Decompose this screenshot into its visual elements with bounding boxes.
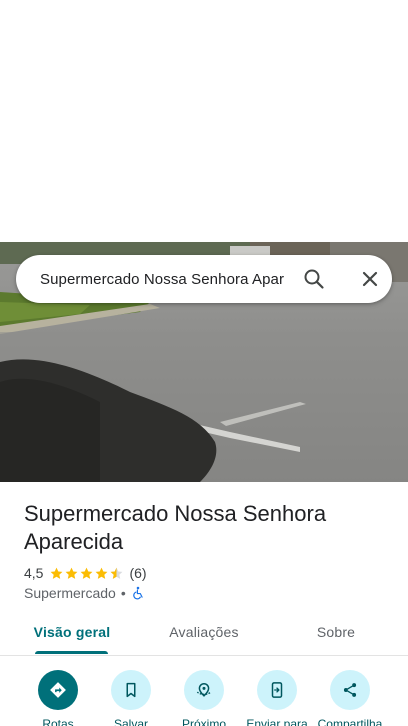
- place-category: Supermercado: [24, 585, 116, 601]
- nearby-button[interactable]: Próximo: [169, 668, 239, 726]
- search-input[interactable]: Supermercado Nossa Senhora Apar: [40, 271, 286, 288]
- separator-dot: •: [120, 585, 126, 601]
- active-tab-indicator: [35, 651, 108, 654]
- share-button[interactable]: Compartilha: [315, 668, 385, 726]
- directions-button[interactable]: Rotas: [23, 668, 93, 726]
- star-icon: [66, 567, 78, 579]
- directions-label: Rotas: [42, 717, 74, 726]
- tab-about[interactable]: Sobre: [286, 612, 386, 656]
- rating-stars: [49, 566, 124, 581]
- search-bar[interactable]: Supermercado Nossa Senhora Apar: [16, 255, 392, 303]
- directions-icon: [50, 682, 66, 698]
- star-half-icon: [111, 567, 123, 579]
- nearby-icon: [196, 682, 212, 697]
- wheelchair-accessible-icon: [132, 586, 143, 600]
- share-label: Compartilha: [317, 717, 383, 726]
- bookmark-icon: [126, 682, 136, 698]
- star-icon: [51, 567, 63, 579]
- close-icon[interactable]: [358, 267, 382, 291]
- save-button[interactable]: Salvar: [96, 668, 166, 726]
- save-label: Salvar: [113, 717, 148, 726]
- rating-row[interactable]: 4,5 (6): [24, 563, 147, 583]
- map-placeholder: [0, 0, 408, 242]
- category-row: Supermercado •: [24, 584, 145, 602]
- search-icon[interactable]: [302, 267, 326, 291]
- send-to-phone-button[interactable]: Enviar para: [242, 668, 312, 726]
- share-icon: [343, 683, 357, 697]
- place-title: Supermercado Nossa Senhora Aparecida: [24, 501, 327, 554]
- rating-value: 4,5: [24, 565, 44, 581]
- star-icon: [96, 567, 108, 579]
- tab-overview[interactable]: Visão geral: [22, 612, 122, 656]
- review-count[interactable]: (6): [129, 565, 146, 581]
- send-to-phone-label: Enviar para: [246, 717, 308, 726]
- action-buttons: Rotas Salvar Próximo Enviar para Compart…: [0, 668, 408, 726]
- tab-bar: Visão geral Avaliações Sobre: [0, 612, 408, 656]
- send-to-phone-icon: [271, 682, 283, 698]
- tab-reviews[interactable]: Avaliações: [154, 612, 254, 656]
- nearby-label: Próximo: [181, 717, 226, 726]
- star-icon: [81, 567, 93, 579]
